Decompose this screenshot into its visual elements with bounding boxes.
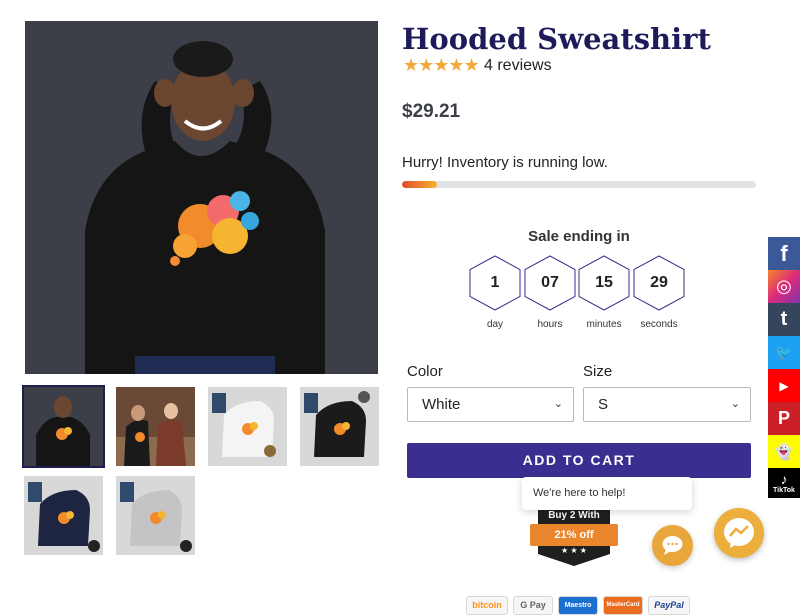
countdown-minutes-label: minutes <box>586 319 622 330</box>
inventory-progress-fill <box>402 181 438 188</box>
twitter-glyph: 🐦 <box>775 344 793 360</box>
youtube-icon[interactable]: ▶ <box>768 369 800 402</box>
color-label: Color <box>407 363 443 380</box>
countdown-days-label: day <box>486 319 504 330</box>
mastercard-icon: MasterCard <box>603 596 643 615</box>
countdown-days-value: 1 <box>490 274 500 291</box>
chevron-down-icon: ⌄ <box>553 398 563 410</box>
bitcoin-icon: bitcoin <box>466 596 508 615</box>
promo-badge-stars: ★ ★ ★ <box>538 546 610 566</box>
product-title: Hooded Sweatshirt <box>402 22 711 56</box>
countdown-seconds-value: 29 <box>650 274 668 291</box>
product-photo <box>25 21 378 374</box>
snapchat-icon[interactable]: 👻 <box>768 435 800 468</box>
thumbnail-6[interactable] <box>116 476 195 555</box>
inventory-message: Hurry! Inventory is running low. <box>402 154 608 171</box>
add-to-cart-button[interactable]: ADD TO CART <box>407 443 751 478</box>
snapchat-glyph: 👻 <box>774 443 794 461</box>
messenger-button[interactable] <box>714 508 764 558</box>
thumbnail-4[interactable] <box>300 387 379 466</box>
countdown-seconds: 29 seconds <box>633 255 685 330</box>
chat-button[interactable] <box>652 525 693 566</box>
reviews-count[interactable]: 4 reviews <box>484 57 552 75</box>
thumbnail-2[interactable] <box>116 387 195 466</box>
thumbnail-1[interactable] <box>22 385 105 468</box>
chat-help-bubble[interactable]: We're here to help! <box>522 477 692 510</box>
instagram-icon[interactable]: ◎ <box>768 270 800 303</box>
paypal-icon: PayPal <box>648 596 690 615</box>
google-pay-icon: G Pay <box>513 596 553 615</box>
facebook-icon[interactable]: f <box>768 237 800 270</box>
maestro-icon: Maestro <box>558 596 598 615</box>
tiktok-glyph: ♪ <box>780 470 788 487</box>
countdown-hours-label: hours <box>537 319 563 330</box>
tumblr-icon[interactable]: t <box>768 303 800 336</box>
countdown-minutes-value: 15 <box>595 274 613 291</box>
size-select[interactable]: S ⌄ <box>583 387 751 422</box>
countdown-seconds-label: seconds <box>640 319 678 330</box>
twitter-icon[interactable]: 🐦 <box>768 336 800 369</box>
chevron-down-icon: ⌄ <box>730 398 740 410</box>
size-select-value: S <box>598 396 609 413</box>
promo-badge-top: Buy 2 With <box>538 508 610 524</box>
youtube-glyph: ▶ <box>779 378 789 393</box>
promo-badge[interactable]: Buy 2 With 21% off ★ ★ ★ <box>530 508 618 566</box>
facebook-glyph: f <box>780 240 788 266</box>
tiktok-icon[interactable]: ♪ TikTok <box>768 468 800 498</box>
color-select[interactable]: White ⌄ <box>407 387 574 422</box>
size-label: Size <box>583 363 613 380</box>
thumbnail-5[interactable] <box>24 476 103 555</box>
thumbnail-3[interactable] <box>208 387 287 466</box>
promo-badge-ribbon: 21% off <box>530 524 618 546</box>
tiktok-label: TikTok <box>773 486 795 494</box>
countdown-hours-value: 07 <box>541 274 559 291</box>
rating-stars[interactable]: ★★★★★ <box>403 55 480 76</box>
pinterest-icon[interactable]: P <box>768 402 800 435</box>
color-select-value: White <box>422 396 461 413</box>
instagram-glyph: ◎ <box>776 276 792 296</box>
countdown-minutes: 15 minutes <box>578 255 630 330</box>
product-price: $29.21 <box>402 101 461 122</box>
product-main-image[interactable] <box>25 21 378 374</box>
inventory-progress-bar <box>402 181 756 188</box>
messenger-icon <box>724 518 754 548</box>
social-share-bar: f ◎ t 🐦 ▶ P 👻 ♪ TikTok <box>768 237 800 498</box>
pinterest-glyph: P <box>777 408 790 428</box>
sale-title: Sale ending in <box>528 228 630 245</box>
countdown-days: 1 day <box>469 255 521 330</box>
chat-icon <box>662 536 683 555</box>
tumblr-glyph: t <box>780 308 788 330</box>
countdown-hours: 07 hours <box>524 255 576 330</box>
